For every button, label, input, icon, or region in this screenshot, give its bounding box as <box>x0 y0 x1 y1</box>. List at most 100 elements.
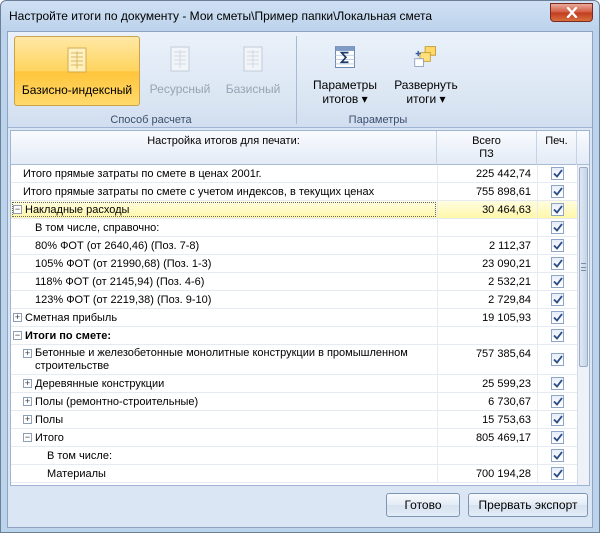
row-label-cell: 118% ФОТ (от 2145,94) (Поз. 4-6) <box>11 273 437 290</box>
row-value: 23 090,21 <box>482 257 531 270</box>
table-row[interactable]: − Итоги по смете: <box>11 327 577 345</box>
row-value-cell: 15 753,63 <box>437 411 537 428</box>
base-index-button[interactable]: Базисно-индексный <box>14 36 140 106</box>
title-bar[interactable]: Настройте итоги по документу - Мои сметы… <box>1 1 599 31</box>
params-totals-button[interactable]: Параметры итогов ▾ <box>306 36 384 106</box>
table-row[interactable]: Итого прямые затраты по смете с учетом и… <box>11 183 577 201</box>
row-value: 30 464,63 <box>482 203 531 216</box>
row-print-cell <box>537 291 577 308</box>
table-row[interactable]: + Деревянные конструкции 25 599,23 <box>11 375 577 393</box>
expand-icon[interactable]: + <box>13 313 22 322</box>
ribbon: Базисно-индексный Ресурсный Базисный Спо… <box>8 32 592 128</box>
print-checkbox[interactable] <box>551 431 564 444</box>
row-label-line2: строительстве <box>35 360 110 372</box>
print-checkbox[interactable] <box>551 467 564 480</box>
sigma-table-icon <box>335 46 355 68</box>
expand-totals-line2: итоги ▾ <box>406 92 446 106</box>
print-checkbox[interactable] <box>551 221 564 234</box>
expand-boxes-icon <box>414 46 436 67</box>
dialog-content: Базисно-индексный Ресурсный Базисный Спо… <box>7 31 593 528</box>
abort-export-button[interactable]: Прервать экспорт <box>468 493 588 517</box>
table-row[interactable]: Итого прямые затраты по смете в ценах 20… <box>11 165 577 183</box>
print-checkbox[interactable] <box>551 449 564 462</box>
row-label: В том числе: <box>47 449 113 462</box>
base-label: Базисный <box>225 82 281 96</box>
checkmark-icon <box>552 223 563 232</box>
row-label-multiline: Бетонные и железобетонные монолитные кон… <box>35 347 408 373</box>
expand-totals-button[interactable]: Развернуть итоги ▾ <box>390 36 462 106</box>
document-grid-icon <box>170 46 190 72</box>
row-value-cell: 2 112,37 <box>437 237 537 254</box>
row-print-cell <box>537 183 577 200</box>
print-checkbox[interactable] <box>551 311 564 324</box>
row-value-cell <box>437 327 537 344</box>
vertical-scrollbar[interactable] <box>577 165 589 485</box>
done-button[interactable]: Готово <box>386 493 460 517</box>
column-header-name[interactable]: Настройка итогов для печати: <box>11 131 437 165</box>
table-row[interactable]: + Бетонные и железобетонные монолитные к… <box>11 345 577 375</box>
params-totals-line1: Параметры <box>313 78 377 92</box>
column-header-print[interactable]: Печ. <box>537 131 577 165</box>
row-print-cell <box>537 429 577 446</box>
table-row[interactable]: + Полы 15 753,63 <box>11 411 577 429</box>
row-value: 6 730,67 <box>488 395 531 408</box>
base-button[interactable]: Базисный <box>220 36 286 106</box>
print-checkbox[interactable] <box>551 413 564 426</box>
expand-icon[interactable]: + <box>23 397 32 406</box>
print-checkbox[interactable] <box>551 395 564 408</box>
table-row[interactable]: + Полы (ремонтно-строительные) 6 730,67 <box>11 393 577 411</box>
print-checkbox[interactable] <box>551 329 564 342</box>
print-checkbox[interactable] <box>551 275 564 288</box>
table-row[interactable]: В том числе: <box>11 447 577 465</box>
ribbon-separator <box>296 36 297 124</box>
row-print-cell <box>537 165 577 182</box>
checkmark-icon <box>552 169 563 178</box>
table-row[interactable]: + Сметная прибыль 19 105,93 <box>11 309 577 327</box>
row-print-cell <box>537 447 577 464</box>
table-row[interactable]: − Итого 805 469,17 <box>11 429 577 447</box>
expand-icon[interactable]: + <box>23 379 32 388</box>
scrollbar-thumb[interactable] <box>579 167 588 367</box>
checkmark-icon <box>552 415 563 424</box>
print-checkbox[interactable] <box>551 167 564 180</box>
close-button[interactable] <box>550 3 593 22</box>
table-row[interactable]: 105% ФОТ (от 21990,68) (Поз. 1-3) 23 090… <box>11 255 577 273</box>
row-value-cell: 700 194,28 <box>437 465 537 482</box>
row-label: Накладные расходы <box>25 203 130 216</box>
checkmark-icon <box>552 451 563 460</box>
collapse-icon[interactable]: − <box>13 205 22 214</box>
print-checkbox[interactable] <box>551 185 564 198</box>
column-header-total[interactable]: Всего ПЗ <box>437 131 537 165</box>
expand-icon[interactable]: + <box>23 415 32 424</box>
table-row[interactable]: 80% ФОТ (от 2640,46) (Поз. 7-8) 2 112,37 <box>11 237 577 255</box>
print-checkbox[interactable] <box>551 257 564 270</box>
print-checkbox[interactable] <box>551 293 564 306</box>
row-value-cell: 225 442,74 <box>437 165 537 182</box>
expand-icon[interactable]: + <box>23 349 32 358</box>
row-value: 757 385,64 <box>475 348 531 360</box>
print-checkbox[interactable] <box>551 353 564 366</box>
totals-grid: Настройка итогов для печати: Всего ПЗ Пе… <box>10 130 590 486</box>
table-row[interactable]: В том числе, справочно: <box>11 219 577 237</box>
grip-icon <box>581 263 586 271</box>
table-row[interactable]: 118% ФОТ (от 2145,94) (Поз. 4-6) 2 532,2… <box>11 273 577 291</box>
collapse-icon[interactable]: − <box>13 331 22 340</box>
row-label-cell: − Итоги по смете: <box>11 327 437 344</box>
expand-totals-line1: Развернуть <box>394 78 458 92</box>
table-row[interactable]: 123% ФОТ (от 2219,38) (Поз. 9-10) 2 729,… <box>11 291 577 309</box>
resource-button[interactable]: Ресурсный <box>146 36 214 106</box>
row-label-cell: В том числе: <box>11 447 437 464</box>
window-title: Настройте итоги по документу - Мои сметы… <box>9 9 433 23</box>
print-checkbox[interactable] <box>551 377 564 390</box>
row-label-cell: 80% ФОТ (от 2640,46) (Поз. 7-8) <box>11 237 437 254</box>
collapse-icon[interactable]: − <box>23 433 32 442</box>
table-row[interactable]: Материалы 700 194,28 <box>11 465 577 483</box>
print-checkbox[interactable] <box>551 239 564 252</box>
checkmark-icon <box>552 205 563 214</box>
row-label: Итого прямые затраты по смете в ценах 20… <box>23 167 262 180</box>
params-totals-line2: итогов ▾ <box>322 92 368 106</box>
table-row-selected[interactable]: − Накладные расходы 30 464,63 <box>11 201 577 219</box>
row-print-cell <box>537 273 577 290</box>
print-checkbox[interactable] <box>551 203 564 216</box>
row-print-cell <box>537 327 577 344</box>
